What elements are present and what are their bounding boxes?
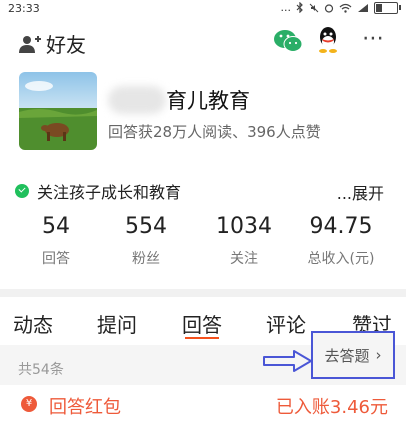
bluetooth-icon [296,2,303,13]
topic-text: 关注孩子成长和教育 [37,183,182,202]
go-answer-label: 去答题 [324,346,370,365]
metric-label: 关注 [230,251,258,267]
status-bar: 23:33 ... [0,0,406,20]
tab-questions[interactable]: 提问 [97,309,137,338]
profile-topic: 关注孩子成长和教育 [15,179,181,203]
metric-label: 粉丝 [132,251,160,267]
metric-value: 1034 [216,214,272,239]
tab-activity[interactable]: 动态 [13,309,53,338]
metric-income[interactable]: 94.75 总收入(元) [291,212,391,268]
more-menu-button[interactable]: ⋯ [362,26,385,51]
chevron-right-icon: › [375,346,382,364]
mute-icon [309,3,319,12]
tab-comments[interactable]: 评论 [266,309,306,338]
go-answer-button[interactable]: 去答题 › [311,331,395,379]
profile-name: 育儿教育 [166,89,250,113]
red-packet-row[interactable]: ¥ 回答红包 已入账3.46元 [0,388,406,426]
tab-answers[interactable]: 回答 [182,309,222,338]
red-packet-label: 回答红包 [49,397,121,418]
metric-answers[interactable]: 54 回答 [6,212,106,268]
metric-fans[interactable]: 554 粉丝 [96,212,196,268]
profile-stats: 回答获28万人阅读、396人点赞 [108,123,321,141]
blurred-name [108,86,166,114]
status-time: 23:33 [8,2,40,15]
metric-value: 554 [125,214,167,239]
active-tab-indicator [185,337,219,339]
battery-icon [374,1,401,14]
metric-value: 94.75 [309,214,373,239]
wifi-icon [339,3,352,13]
metrics-row: 54 回答 554 粉丝 1034 关注 94.75 总收入(元) [0,212,406,277]
check-icon [15,184,29,198]
friends-label: 好友 [46,33,86,57]
top-bar: 好友 ⋯ [0,20,406,64]
red-packet-icon: ¥ [21,396,37,412]
signal-icon [358,3,368,12]
metric-label: 回答 [42,251,70,267]
expand-button[interactable]: ...展开 [337,180,384,204]
alarm-icon [324,3,334,13]
answer-count: 共54条 [18,362,64,378]
red-packet-amount: 已入账3.46元 [275,397,388,418]
metric-value: 54 [42,214,70,239]
metric-following[interactable]: 1034 关注 [194,212,294,268]
section-divider [0,289,406,297]
qq-icon[interactable] [317,26,339,54]
annotation-arrow-icon [263,350,312,372]
notification-dots: ... [280,1,292,14]
metric-label: 总收入(元) [307,251,375,267]
add-friend-button[interactable]: 好友 [18,29,86,58]
avatar[interactable] [19,72,97,150]
add-person-icon [19,35,41,53]
wechat-icon[interactable] [273,28,303,54]
avatar-image [19,72,97,150]
status-icons: ... [280,1,401,14]
